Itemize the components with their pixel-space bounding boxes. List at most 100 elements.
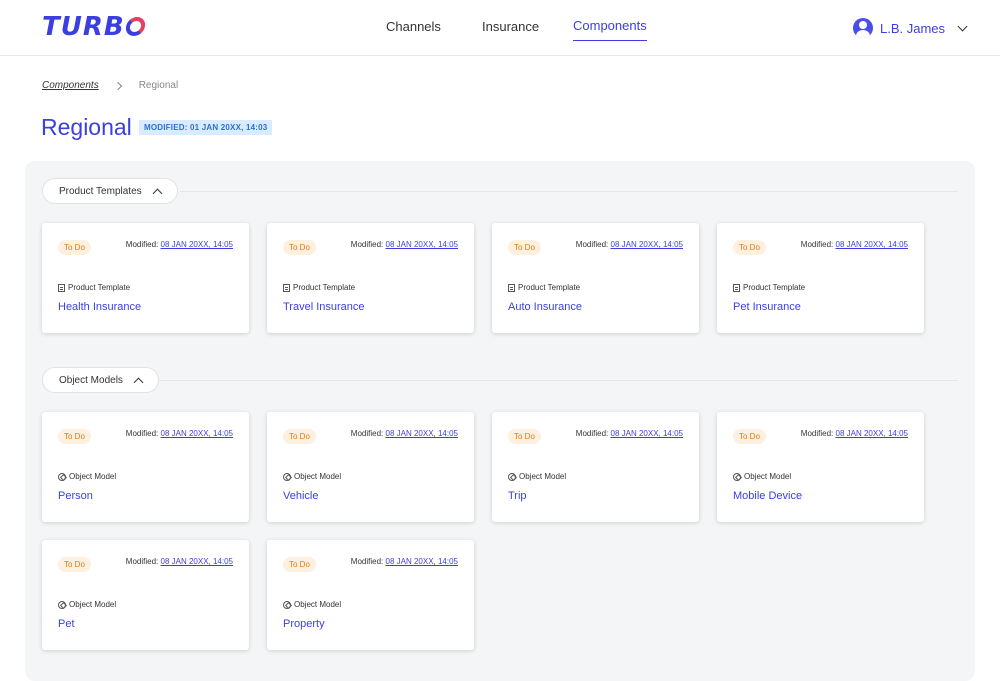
top-header: TURB Channels Insurance Components L.B. … xyxy=(0,0,1000,56)
modified-label: Modified: xyxy=(575,240,609,249)
status-badge: To Do xyxy=(733,429,766,444)
card-title[interactable]: Pet Insurance xyxy=(733,301,801,313)
component-card[interactable]: To Do Modified: 08 JAN 20XX, 14:05 Objec… xyxy=(42,412,249,522)
card-type-label: Object Model xyxy=(69,472,117,481)
chevron-up-icon xyxy=(133,377,144,387)
modified-date-link[interactable]: 08 JAN 20XX, 14:05 xyxy=(161,240,234,249)
breadcrumb-components-link[interactable]: Components xyxy=(42,80,99,91)
logo-o-mark xyxy=(124,17,147,36)
document-icon xyxy=(58,283,65,292)
section-divider xyxy=(160,380,958,381)
component-card[interactable]: To Do Modified: 08 JAN 20XX, 14:05 Objec… xyxy=(717,412,924,522)
card-title[interactable]: Property xyxy=(283,618,325,630)
breadcrumb: Components Regional xyxy=(42,80,178,91)
card-modified: Modified: 08 JAN 20XX, 14:05 xyxy=(801,429,908,438)
card-type: Object Model xyxy=(58,600,116,609)
component-card[interactable]: To Do Modified: 08 JAN 20XX, 14:05 Produ… xyxy=(267,223,474,333)
chevron-right-icon xyxy=(113,81,122,90)
status-badge: To Do xyxy=(283,240,316,255)
card-type: Object Model xyxy=(733,472,791,481)
card-modified: Modified: 08 JAN 20XX, 14:05 xyxy=(126,429,233,438)
card-title[interactable]: Health Insurance xyxy=(58,301,141,313)
nav-insurance[interactable]: Insurance xyxy=(482,19,539,34)
card-type-label: Product Template xyxy=(293,283,356,292)
cube-icon xyxy=(508,472,516,481)
modified-date-link[interactable]: 08 JAN 20XX, 14:05 xyxy=(386,557,459,566)
card-type: Product Template xyxy=(283,283,355,292)
card-title[interactable]: Pet xyxy=(58,618,75,630)
status-badge: To Do xyxy=(58,557,91,572)
card-type-label: Product Template xyxy=(743,283,806,292)
cube-icon xyxy=(283,472,291,481)
modified-label: Modified: xyxy=(800,240,834,249)
card-modified: Modified: 08 JAN 20XX, 14:05 xyxy=(576,240,683,249)
modified-date-link[interactable]: 08 JAN 20XX, 14:05 xyxy=(611,429,684,438)
card-type: Product Template xyxy=(58,283,130,292)
user-name: L.B. James xyxy=(880,20,946,36)
document-icon xyxy=(283,283,290,292)
cube-icon xyxy=(283,600,291,609)
modified-label: Modified: xyxy=(800,429,834,438)
nav-components[interactable]: Components xyxy=(573,18,647,41)
card-type-label: Product Template xyxy=(518,283,581,292)
chevron-up-icon xyxy=(152,188,163,198)
card-type: Object Model xyxy=(283,472,341,481)
section-toggle-product-templates[interactable]: Product Templates xyxy=(42,178,178,204)
turbo-logo[interactable]: TURB xyxy=(42,12,147,42)
component-card[interactable]: To Do Modified: 08 JAN 20XX, 14:05 Produ… xyxy=(717,223,924,333)
modified-date-link[interactable]: 08 JAN 20XX, 14:05 xyxy=(161,557,234,566)
card-title[interactable]: Trip xyxy=(508,490,527,502)
card-type-label: Object Model xyxy=(294,600,342,609)
component-card[interactable]: To Do Modified: 08 JAN 20XX, 14:05 Objec… xyxy=(42,540,249,650)
card-modified: Modified: 08 JAN 20XX, 14:05 xyxy=(351,429,458,438)
card-type-label: Object Model xyxy=(69,600,117,609)
modified-date-link[interactable]: 08 JAN 20XX, 14:05 xyxy=(386,240,459,249)
document-icon xyxy=(733,283,740,292)
card-type-label: Object Model xyxy=(744,472,792,481)
card-title[interactable]: Vehicle xyxy=(283,490,318,502)
card-type: Object Model xyxy=(58,472,116,481)
card-title[interactable]: Travel Insurance xyxy=(283,301,365,313)
chevron-down-icon[interactable] xyxy=(957,21,968,31)
component-card[interactable]: To Do Modified: 08 JAN 20XX, 14:05 Objec… xyxy=(267,540,474,650)
section-toggle-object-models[interactable]: Object Models xyxy=(42,367,159,393)
component-card[interactable]: To Do Modified: 08 JAN 20XX, 14:05 Produ… xyxy=(492,223,699,333)
card-title[interactable]: Auto Insurance xyxy=(508,301,582,313)
modified-date-link[interactable]: 08 JAN 20XX, 14:05 xyxy=(836,429,909,438)
user-menu[interactable]: L.B. James xyxy=(853,17,968,39)
modified-label: Modified: xyxy=(350,240,384,249)
card-type-label: Product Template xyxy=(68,283,131,292)
status-badge: To Do xyxy=(283,429,316,444)
cube-icon xyxy=(58,600,66,609)
section-label: Product Templates xyxy=(59,185,142,197)
card-modified: Modified: 08 JAN 20XX, 14:05 xyxy=(576,429,683,438)
status-badge: To Do xyxy=(508,429,541,444)
modified-label: Modified: xyxy=(125,240,159,249)
card-title[interactable]: Person xyxy=(58,490,93,502)
modified-date-link[interactable]: 08 JAN 20XX, 14:05 xyxy=(611,240,684,249)
page-title: Regional xyxy=(41,114,132,140)
user-avatar-icon xyxy=(853,18,873,38)
modified-label: Modified: xyxy=(125,557,159,566)
status-badge: To Do xyxy=(283,557,316,572)
card-type-label: Object Model xyxy=(294,472,342,481)
cube-icon xyxy=(733,472,741,481)
nav-channels[interactable]: Channels xyxy=(386,19,441,34)
cube-icon xyxy=(58,472,66,481)
component-card[interactable]: To Do Modified: 08 JAN 20XX, 14:05 Objec… xyxy=(492,412,699,522)
status-badge: To Do xyxy=(733,240,766,255)
card-modified: Modified: 08 JAN 20XX, 14:05 xyxy=(801,240,908,249)
modified-badge: MODIFIED: 01 JAN 20XX, 14:03 xyxy=(139,120,273,135)
card-title[interactable]: Mobile Device xyxy=(733,490,802,502)
modified-date-link[interactable]: 08 JAN 20XX, 14:05 xyxy=(836,240,909,249)
component-card[interactable]: To Do Modified: 08 JAN 20XX, 14:05 Objec… xyxy=(267,412,474,522)
card-modified: Modified: 08 JAN 20XX, 14:05 xyxy=(351,557,458,566)
card-modified: Modified: 08 JAN 20XX, 14:05 xyxy=(126,557,233,566)
section-divider xyxy=(180,191,958,192)
modified-date-link[interactable]: 08 JAN 20XX, 14:05 xyxy=(386,429,459,438)
card-modified: Modified: 08 JAN 20XX, 14:05 xyxy=(351,240,458,249)
component-card[interactable]: To Do Modified: 08 JAN 20XX, 14:05 Produ… xyxy=(42,223,249,333)
modified-date-link[interactable]: 08 JAN 20XX, 14:05 xyxy=(161,429,234,438)
breadcrumb-current: Regional xyxy=(138,80,179,91)
document-icon xyxy=(508,283,515,292)
